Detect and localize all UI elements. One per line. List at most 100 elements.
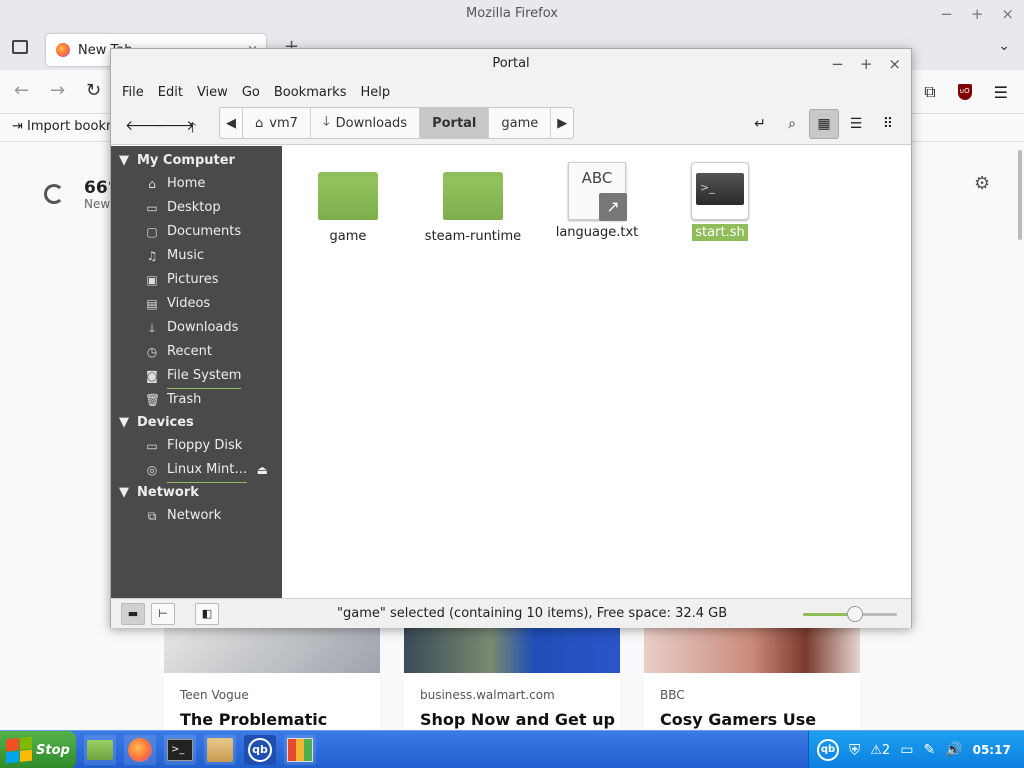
breadcrumb-left-arrow[interactable]: ◀ [220, 108, 243, 138]
file-item[interactable]: game [293, 162, 403, 245]
reload-icon[interactable]: ↻ [86, 80, 101, 101]
location-toggle-icon[interactable]: ↵ [745, 109, 775, 139]
sidebar-item-home[interactable]: ⌂ Home [111, 172, 282, 196]
expander-icon: ▼ [119, 415, 129, 430]
symlink-arrow-icon: ↗ [599, 193, 627, 221]
sidebar-item-recent[interactable]: ◷ Recent [111, 340, 282, 364]
up-icon[interactable]: 🡑 [189, 117, 196, 141]
search-icon[interactable]: ⌕ [777, 109, 807, 139]
firefox-titlebar: Mozilla Firefox − + × [0, 0, 1024, 28]
start-button[interactable]: Stop [0, 731, 76, 768]
expander-icon: ▼ [119, 153, 129, 168]
file-item-selected[interactable]: >_ start.sh [665, 162, 775, 241]
page-scrollbar[interactable] [1018, 150, 1022, 240]
sidebar-item-videos[interactable]: ▤ Videos [111, 292, 282, 316]
show-places-icon[interactable]: ▬ [121, 603, 145, 625]
sidebar-section-my-computer[interactable]: ▼ My Computer [111, 150, 282, 172]
maximize-icon[interactable]: + [860, 49, 873, 79]
qbittorrent-tray-icon[interactable]: qb [817, 739, 839, 761]
gear-icon[interactable]: ⚙ [974, 173, 990, 194]
menu-go[interactable]: Go [235, 85, 267, 100]
monitor-app-icon[interactable] [284, 735, 316, 765]
ublock-icon[interactable]: uO [957, 84, 972, 100]
sidebar-item-downloads[interactable]: 🡓 Downloads [111, 316, 282, 340]
breadcrumb-downloads[interactable]: 🡓 Downloads [311, 108, 421, 138]
qbittorrent-app-icon[interactable]: qb [244, 735, 276, 765]
news-card[interactable]: business.walmart.com Shop Now and Get up [404, 627, 620, 737]
file-item[interactable]: ABC ↗ language.txt [542, 162, 652, 241]
hide-sidebar-icon[interactable]: ◧ [195, 603, 219, 625]
shield-icon[interactable]: ⛨ [849, 741, 860, 759]
download-icon: 🡓 [322, 114, 330, 129]
news-card[interactable]: Teen Vogue The Problematic [164, 627, 380, 737]
breadcrumb-vm7[interactable]: ⌂ vm7 [243, 108, 311, 138]
clock[interactable]: 05:17 [973, 743, 1011, 757]
breadcrumb-game[interactable]: game [489, 108, 552, 138]
close-icon[interactable]: × [888, 49, 901, 79]
close-icon[interactable]: × [1001, 0, 1014, 28]
menu-help[interactable]: Help [353, 85, 397, 100]
files-app-icon[interactable] [84, 735, 116, 765]
sidebar-item-trash[interactable]: 🗑 Trash [111, 388, 282, 412]
windows-logo-icon [6, 736, 32, 764]
sidebar-item-file-system[interactable]: ◙ File System [111, 364, 282, 389]
desktop-icon: ▭ [146, 201, 158, 215]
zoom-slider-handle[interactable] [846, 606, 863, 622]
file-item[interactable]: steam-runtime [418, 162, 528, 245]
terminal-app-icon[interactable]: >_ [164, 735, 196, 765]
list-view-icon[interactable]: ☰ [841, 109, 871, 139]
display-icon[interactable]: ▭ [900, 742, 913, 758]
start-label: Stop [36, 742, 70, 758]
compact-view-icon[interactable]: ⠿ [873, 109, 903, 139]
zoom-slider[interactable] [803, 606, 897, 622]
menu-bookmarks[interactable]: Bookmarks [267, 85, 354, 100]
pen-icon[interactable]: ✎ [923, 742, 935, 758]
menu-view[interactable]: View [190, 85, 235, 100]
tab-list-icon[interactable] [12, 40, 28, 54]
downloads-icon: 🡓 [148, 321, 156, 335]
videos-icon: ▤ [146, 297, 158, 311]
news-card[interactable]: BBC Cosy Gamers Use [644, 627, 860, 737]
file-name: language.txt [555, 225, 639, 240]
sidebar-item-pictures[interactable]: ▣ Pictures [111, 268, 282, 292]
menu-file[interactable]: File [115, 85, 151, 100]
sidebar-section-devices[interactable]: ▼ Devices [111, 412, 282, 434]
forward-icon[interactable]: → [50, 80, 65, 101]
eject-icon[interactable]: ⏏ [257, 458, 268, 482]
breadcrumb-portal[interactable]: Portal [420, 108, 490, 138]
minimize-icon[interactable]: − [831, 49, 844, 79]
volume-icon[interactable]: 🔊 [945, 742, 962, 758]
card-source: BBC [660, 688, 685, 702]
taskbar: Stop >_ qb qb ⛨ ⚠2 ▭ ✎ 🔊 05:17 [0, 730, 1024, 768]
icon-view-icon[interactable]: ▦ [809, 109, 839, 139]
status-text: "game" selected (containing 10 items), F… [337, 606, 728, 621]
maximize-icon[interactable]: + [971, 0, 984, 28]
file-view[interactable]: game steam-runtime ABC ↗ language.txt >_… [282, 146, 911, 598]
sidebar-section-network[interactable]: ▼ Network [111, 482, 282, 504]
firefox-app-icon[interactable] [124, 735, 156, 765]
show-tree-icon[interactable]: ⊢ [151, 603, 175, 625]
firefox-window-title: Mozilla Firefox [466, 6, 558, 21]
disc-icon: ◎ [146, 463, 158, 477]
extensions-icon[interactable]: ⧉ [924, 82, 935, 102]
file-manager-titlebar[interactable]: Portal − + × [111, 49, 911, 79]
sidebar-item-floppy-disk[interactable]: ▭ Floppy Disk [111, 434, 282, 458]
card-title: Shop Now and Get up [420, 710, 615, 729]
chevron-down-icon[interactable]: ⌄ [998, 38, 1010, 54]
menu-icon[interactable]: ☰ [994, 83, 1008, 102]
updates-icon[interactable]: ⚠2 [870, 743, 890, 758]
sidebar-item-music[interactable]: ♫ Music [111, 244, 282, 268]
sidebar-item-documents[interactable]: ▢ Documents [111, 220, 282, 244]
archive-app-icon[interactable] [204, 735, 236, 765]
import-bookmarks-link[interactable]: ⇥ Import bookm [12, 119, 119, 134]
sidebar-item-linux-mint[interactable]: ◎ Linux Mint… ⏏ [111, 458, 282, 483]
toolbar: 🡐 🡒 🡑 ◀ ⌂ vm7 🡓 Downloads Portal game ▶ … [111, 105, 911, 145]
sidebar: ▼ My Computer ⌂ Home ▭ Desktop ▢ Documents ♫… [111, 146, 282, 598]
sidebar-item-network[interactable]: ⧉ Network [111, 504, 282, 528]
back-icon[interactable]: ← [14, 80, 29, 101]
weather-icon [44, 184, 64, 204]
sidebar-item-desktop[interactable]: ▭ Desktop [111, 196, 282, 220]
breadcrumb-right-arrow[interactable]: ▶ [551, 108, 573, 138]
minimize-icon[interactable]: − [940, 0, 953, 28]
menu-edit[interactable]: Edit [151, 85, 190, 100]
